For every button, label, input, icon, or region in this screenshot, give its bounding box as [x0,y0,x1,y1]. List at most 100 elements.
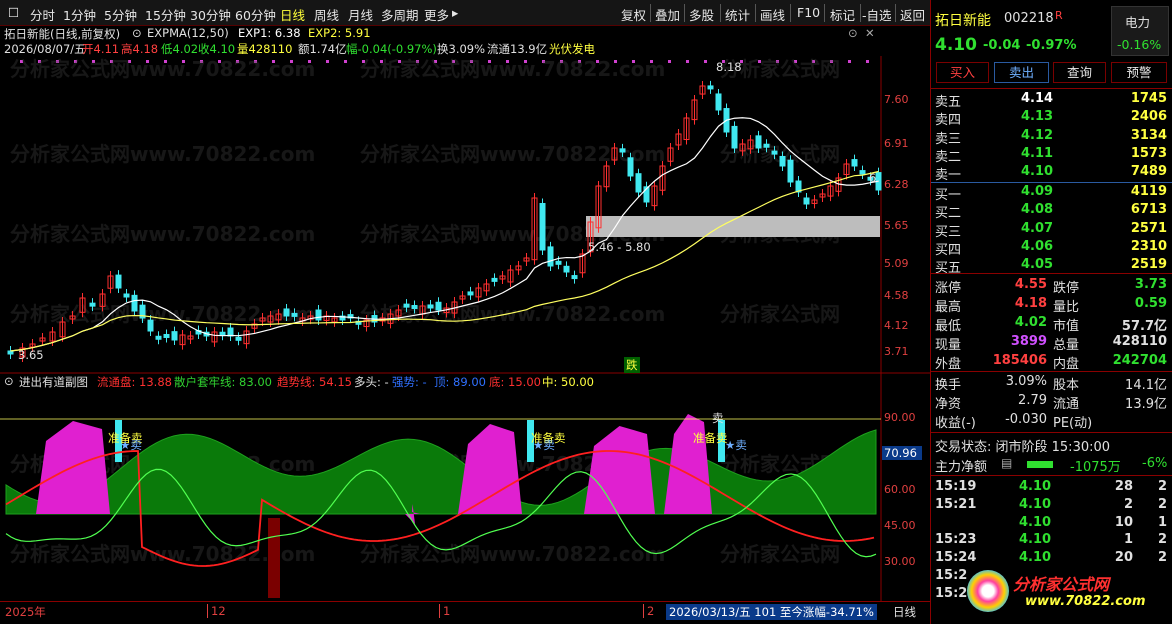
multi-stock-button[interactable]: 多股 [689,5,714,24]
bid-label: 买二 [935,206,962,222]
back-button[interactable]: 返回 [900,5,925,24]
bid-row[interactable]: 买四 4.06 2310 [931,238,1172,258]
ask-label: 卖五 [935,95,962,110]
candle-body [763,143,770,148]
sector-box[interactable]: 电力 -0.16% [1111,6,1169,56]
bid-row[interactable]: 买一 4.09 4119 [931,183,1172,203]
high-label: 8.18 [716,60,742,74]
ask-label: 卖四 [935,113,962,129]
last-label: 6. [869,171,880,185]
stat-label: 市值 [1053,319,1080,334]
ind-mid: 中: 50.00 [542,375,594,389]
draw-line-button[interactable]: 画线 [760,5,785,24]
period-indicator[interactable]: 日线 [893,604,916,620]
adjust-button[interactable]: 复权 [621,5,646,24]
tick-row: 4.10 10 1 [931,514,1172,533]
overlay-button[interactable]: 叠加 [655,5,680,24]
y-tick: 4.58 [884,289,909,302]
tab-period-monthly[interactable]: 月线 [348,5,373,24]
tick-row: 15:19 4.10 28 2 [931,478,1172,497]
logo-flower-icon [967,570,1009,612]
tab-period-30min[interactable]: 30分钟 [190,5,231,24]
main-flow-pct: -6% [1142,456,1168,471]
tab-period-more[interactable]: 更多 [424,5,449,24]
svg-text:分析家公式网www.70822.com: 分析家公式网www.70822.com [360,542,665,566]
candle-body [571,275,578,280]
bid-row[interactable]: 买三 4.07 2571 [931,220,1172,240]
tick-flag: 2 [1157,550,1167,566]
candle-body [555,260,562,265]
price-change-pct: -0.97% [1026,38,1077,53]
stat-row: 净资 2.79 流通 13.9亿 [931,392,1172,412]
self-select-button[interactable]: -自选 [862,5,892,24]
price-change: -0.04 [983,38,1021,53]
svg-text:分析家公式网www.70822.com: 分析家公式网www.70822.com [10,142,315,166]
ask-volume: 7489 [1130,164,1167,180]
svg-text:分析家公式网: 分析家公式网 [720,302,840,326]
ask-label: 卖一 [935,168,962,184]
f10-button[interactable]: F10 [797,5,820,20]
bid-label: 买四 [935,242,962,258]
ask-row[interactable]: 卖一 4.10 7489 [931,163,1172,184]
tick-flag: 1 [1157,514,1167,530]
ask-volume: 3134 [1130,127,1167,143]
query-button[interactable]: 查询 [1053,62,1106,83]
flow-menu-icon[interactable]: ▤ [1001,456,1012,470]
y-tick: 6.28 [884,178,909,191]
candle-body [155,335,162,340]
trade-status: 交易状态: 闭市阶段 15:30:00 [935,440,1111,455]
indicator-name[interactable]: 进出有道副图 [19,374,88,390]
candle-body [619,148,626,153]
tab-period-daily[interactable]: 日线 [280,5,305,24]
ask-volume: 1745 [1130,91,1167,106]
bid-row[interactable]: 买二 4.08 6713 [931,201,1172,222]
strength-area [664,414,712,514]
ask-row[interactable]: 卖五 4.14 1745 [931,90,1172,110]
indicator-settings-icon[interactable]: ⊙ [4,374,14,388]
tab-period-1min[interactable]: 1分钟 [63,5,96,24]
sell-star-label: ★卖 [725,438,747,452]
sell-button[interactable]: 卖出 [994,62,1049,83]
tick-price: 4.10 [1019,479,1052,494]
stat-label: 收益(-) [935,416,976,431]
stat-value: 4.55 [1014,277,1047,292]
y-tick: 4.12 [884,319,909,332]
chart-area[interactable]: 拓日新能(日线,前复权) ⊙ EXPMA(12,50) EXP1: 6.38 E… [0,26,930,604]
signal-dot [686,60,689,63]
sell-star-label: ★卖 [533,438,555,452]
svg-text:分析家公式网www.70822.com: 分析家公式网www.70822.com [360,57,665,81]
signal-dot [866,60,869,63]
alert-button[interactable]: 预警 [1111,62,1167,83]
signal-dot [848,60,851,63]
candle-body [435,301,442,311]
tab-period-60min[interactable]: 60分钟 [235,5,276,24]
tab-period-15min[interactable]: 15分钟 [145,5,186,24]
mark-button[interactable]: 标记 [830,5,855,24]
tab-period-weekly[interactable]: 周线 [314,5,339,24]
candle-body [627,157,634,177]
logo: 分析家公式网 www.70822.com [967,566,1171,620]
ask-row[interactable]: 卖三 4.12 3134 [931,127,1172,147]
tab-period-fenshi[interactable]: 分时 [30,5,55,24]
stat-value: 57.7亿 [1121,319,1167,334]
candle-body [171,331,178,341]
tick-row: 15:23 4.10 1 2 [931,531,1172,550]
ask-price: 4.10 [1021,164,1054,180]
ind-retail-line: 散户套牢线: 83.00 [174,375,272,389]
ask-row[interactable]: 卖四 4.13 2406 [931,108,1172,129]
stat-row: 收益(-) -0.030 PE(动) [931,411,1172,431]
ask-row[interactable]: 卖二 4.11 1573 [931,145,1172,165]
tab-period-5min[interactable]: 5分钟 [104,5,137,24]
zone-label: 5.46 - 5.80 [588,240,651,254]
buy-button[interactable]: 买入 [936,62,989,83]
signal-dot [668,60,671,63]
stat-value: 4.18 [1014,296,1047,311]
checkbox-icon[interactable]: ☐ [8,5,19,20]
statistics-button[interactable]: 统计 [725,5,750,24]
tick-time: 15:24 [935,550,977,566]
chart-svg: 分析家公式网www.70822.com 分析家公式网www.70822.com … [0,56,930,604]
svg-text:分析家公式网: 分析家公式网 [720,542,840,566]
tab-period-multi[interactable]: 多周期 [381,5,419,24]
stat-row: 外盘 185406 内盘 242704 [931,352,1172,372]
candle-body [787,159,794,183]
